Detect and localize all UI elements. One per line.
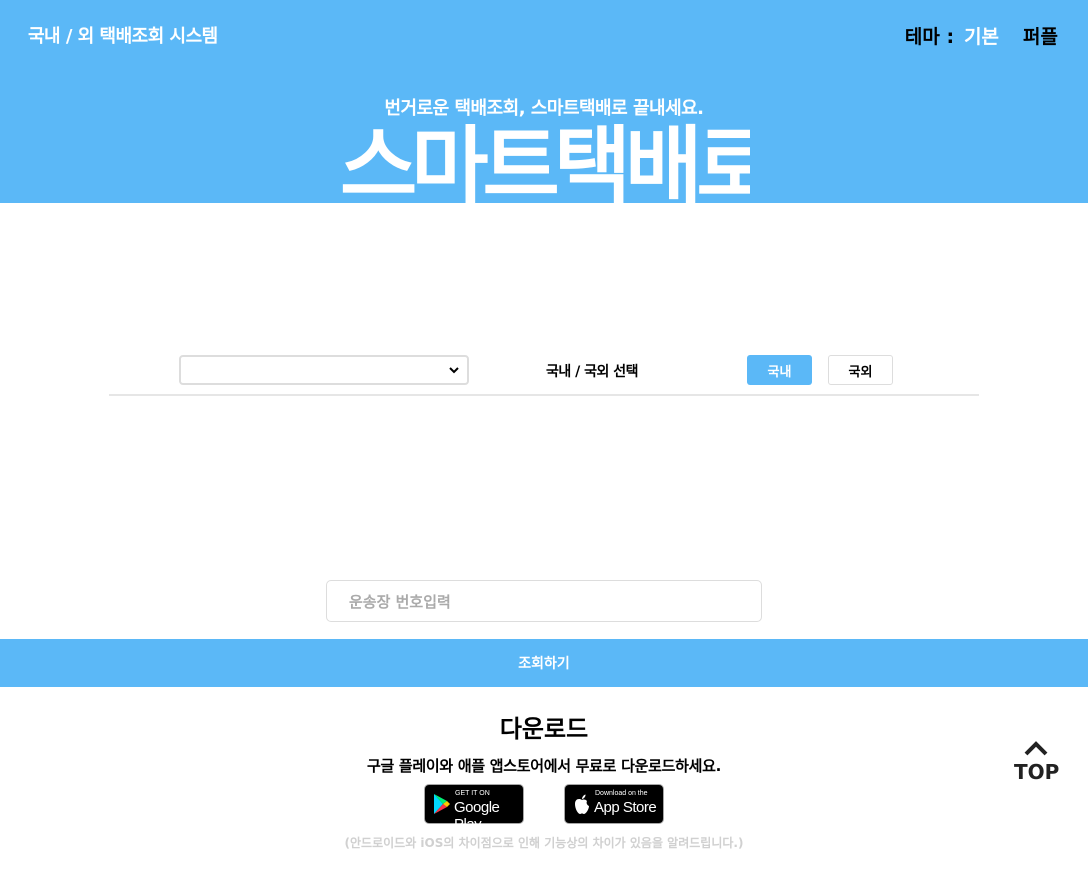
carrier-select[interactable] <box>179 355 469 385</box>
site-title[interactable]: 국내 / 외 택배조회 시스템 <box>28 22 218 48</box>
theme-option-purple[interactable]: 퍼플 <box>1023 22 1058 49</box>
app-store-small-text: Download on the <box>595 790 648 797</box>
google-play-small-text: GET IT ON <box>455 790 490 797</box>
brand-logo: 스마트택배로 <box>340 118 750 204</box>
download-title: 다운로드 <box>499 715 589 743</box>
header-banner: 국내 / 외 택배조회 시스템 테마 : 기본 퍼플 번거로운 택배조회, 스마… <box>0 0 1088 204</box>
tracking-number-input[interactable]: 운송장 번호입력 <box>326 580 762 622</box>
download-description: 구글 플레이와 애플 앱스토어에서 무료로 다운로드하세요. <box>366 757 721 775</box>
chevron-up-icon <box>1024 741 1048 756</box>
app-store-big-text: App Store <box>594 799 657 816</box>
theme-option-basic[interactable]: 기본 <box>964 22 999 49</box>
scroll-top-label: TOP <box>1014 760 1060 784</box>
google-play-button[interactable]: GET IT ON Google Play <box>424 784 524 833</box>
platform-footnote: (안드로이드와 iOS의 차이점으로 인해 기능상의 차이가 있음을 알려드립니… <box>344 836 744 850</box>
search-button[interactable]: 조회하기 <box>0 639 1088 687</box>
google-play-big-text: Google Play <box>454 799 500 833</box>
theme-switcher: 테마 : 기본 퍼플 <box>905 22 1058 49</box>
theme-label: 테마 : <box>904 26 955 48</box>
app-store-button[interactable]: Download on the App Store <box>564 784 664 824</box>
region-select-label: 국내 / 국외 선택 <box>546 364 639 380</box>
divider <box>109 394 979 396</box>
carrier-selector-row: 국내 / 국외 선택 국내 국외 <box>109 352 979 388</box>
domestic-button[interactable]: 국내 <box>747 355 812 385</box>
google-play-icon <box>434 794 450 814</box>
scroll-top-button[interactable]: TOP <box>1014 740 1060 786</box>
chevron-down-icon <box>449 367 459 374</box>
tagline: 번거로운 택배조회, 스마트택배로 끝내세요. <box>384 98 704 119</box>
apple-icon <box>575 794 589 814</box>
international-button[interactable]: 국외 <box>828 355 893 385</box>
